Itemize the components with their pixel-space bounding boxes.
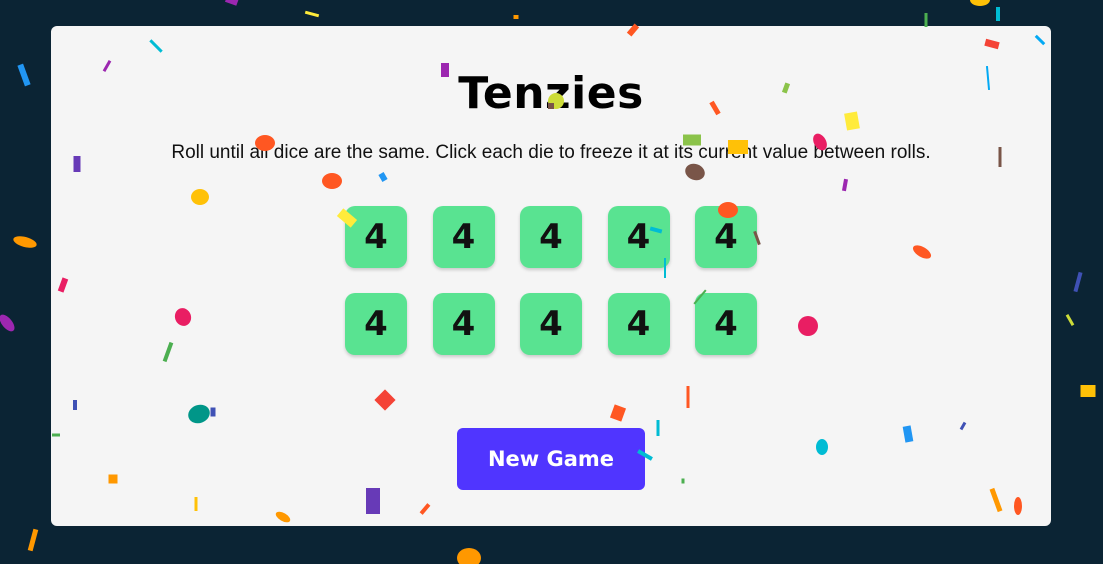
confetti-piece — [1073, 271, 1083, 293]
die-10[interactable]: 4 — [695, 293, 757, 355]
confetti-piece — [1065, 314, 1075, 326]
die-8[interactable]: 4 — [520, 293, 582, 355]
die-2[interactable]: 4 — [432, 206, 495, 268]
confetti-piece — [924, 13, 928, 27]
confetti-piece — [457, 548, 481, 564]
confetti-piece — [996, 7, 1000, 21]
confetti-piece — [0, 314, 15, 332]
confetti-piece — [27, 528, 39, 552]
confetti-piece — [17, 63, 31, 87]
confetti-piece — [1080, 385, 1096, 397]
game-board: Tenzies Roll until all dice are the same… — [51, 26, 1051, 526]
dice-grid: 4 4 4 4 4 4 4 4 4 4 — [345, 206, 757, 355]
confetti-piece — [224, 0, 240, 6]
game-instructions: Roll until all dice are the same. Click … — [171, 142, 931, 163]
die-3[interactable]: 4 — [520, 206, 582, 268]
confetti-piece — [970, 0, 990, 6]
die-4[interactable]: 4 — [607, 206, 670, 268]
die-6[interactable]: 4 — [345, 293, 407, 355]
new-game-button[interactable]: New Game — [457, 428, 645, 490]
confetti-piece — [13, 236, 37, 248]
die-7[interactable]: 4 — [432, 293, 495, 355]
die-5[interactable]: 4 — [695, 206, 757, 268]
confetti-piece — [304, 10, 320, 18]
game-title: Tenzies — [458, 68, 644, 119]
confetti-piece — [513, 15, 519, 19]
die-1[interactable]: 4 — [345, 206, 407, 268]
die-9[interactable]: 4 — [607, 293, 670, 355]
